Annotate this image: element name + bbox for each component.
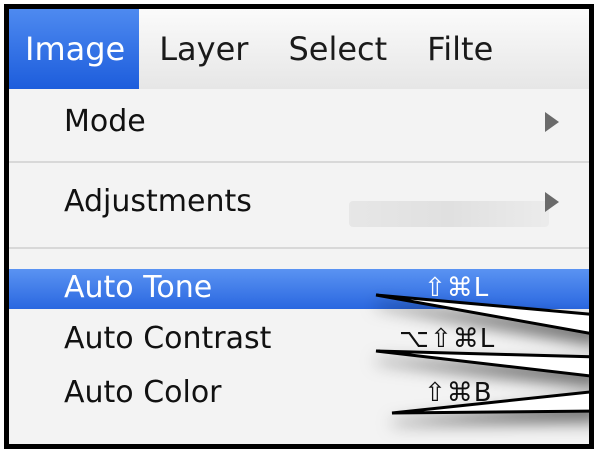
callout-pointer-auto-tone (375, 293, 589, 335)
callout-pointer-auto-contrast (375, 349, 589, 378)
callout-pointer-auto-color (391, 390, 589, 415)
callout-pointers (375, 293, 589, 415)
screenshot-frame: Image Layer Select Filte Mode Adjustment… (4, 4, 594, 449)
